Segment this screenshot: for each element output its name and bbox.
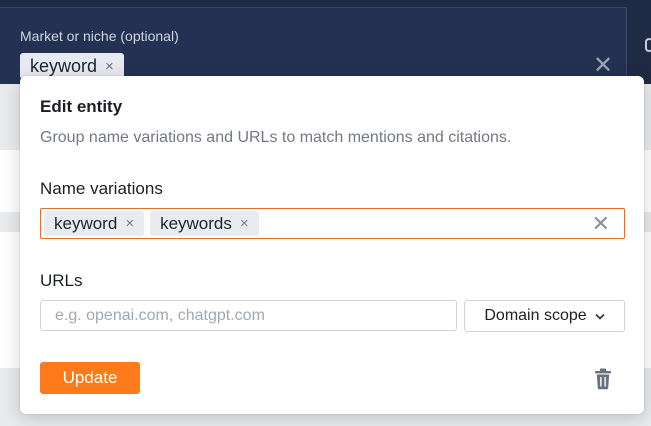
modal-description: Group name variations and URLs to match … [40,129,512,146]
domain-scope-dropdown[interactable]: Domain scope [464,300,625,332]
remove-tag-icon[interactable]: × [105,58,114,75]
domain-scope-label: Domain scope [484,307,587,324]
clear-names-icon[interactable]: ✕ [592,212,610,236]
update-button[interactable]: Update [40,362,140,394]
tag-label: keyword [54,213,118,233]
market-filter-panel: Market or niche (optional) keyword × ✕ [0,7,626,84]
clear-market-icon[interactable]: ✕ [593,54,613,78]
app-header: Market or niche (optional) keyword × ✕ [0,0,651,84]
modal-title: Edit entity [40,97,123,116]
name-variations-input[interactable]: keyword × keywords × ✕ [40,208,625,239]
trash-icon[interactable] [593,368,613,390]
edit-entity-modal: Edit entity Group name variations and UR… [20,76,644,414]
chevron-down-icon [595,313,605,320]
tag-label: keyword [30,55,98,76]
header-divider [626,7,627,84]
remove-tag-icon[interactable]: × [240,215,249,232]
remove-tag-icon[interactable]: × [125,215,134,232]
urls-label: URLs [40,271,83,290]
name-tag-keywords: keywords × [150,211,259,236]
tag-label: keywords [160,213,232,233]
name-tag-keyword: keyword × [44,211,145,236]
name-variations-label: Name variations [40,179,163,198]
partial-icon [645,38,651,52]
market-label: Market or niche (optional) [20,28,179,44]
urls-input[interactable] [40,300,457,331]
